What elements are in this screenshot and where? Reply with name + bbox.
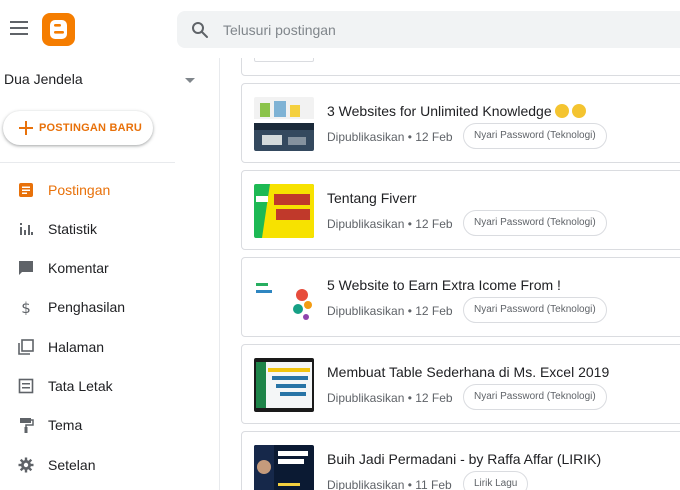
posts-icon bbox=[19, 183, 33, 197]
sidebar-item-label: Statistik bbox=[48, 221, 98, 237]
screaming-face-emoji bbox=[571, 104, 586, 118]
sidebar: Dua Jendela POSTINGAN BARU Postingan Sta… bbox=[0, 58, 220, 490]
post-status: Dipublikasikan • 12 Feb bbox=[327, 130, 453, 144]
sidebar-item-comments[interactable]: Komentar bbox=[0, 250, 218, 286]
surprised-face-emoji bbox=[554, 104, 569, 118]
new-post-button[interactable]: POSTINGAN BARU bbox=[3, 111, 153, 145]
post-card[interactable]: Membuat Table Sederhana di Ms. Excel 201… bbox=[241, 344, 680, 424]
search-icon[interactable] bbox=[191, 21, 209, 39]
post-title[interactable]: 5 Website to Earn Extra Icome From ! bbox=[327, 277, 561, 293]
paint-roller-icon bbox=[20, 418, 34, 433]
dollar-icon: $ bbox=[21, 299, 31, 315]
sidebar-item-settings[interactable]: Setelan bbox=[0, 447, 218, 483]
sidebar-item-earnings[interactable]: $ Penghasilan bbox=[0, 289, 218, 325]
post-card[interactable]: 3 Websites for Unlimited Knowledge Dipub… bbox=[241, 83, 680, 163]
plus-icon bbox=[19, 121, 33, 135]
post-title[interactable]: 3 Websites for Unlimited Knowledge bbox=[327, 103, 586, 119]
comment-icon bbox=[19, 261, 33, 275]
stats-icon bbox=[20, 223, 33, 235]
post-thumbnail bbox=[254, 58, 314, 62]
search-bar[interactable] bbox=[177, 11, 680, 48]
post-list: 3 Websites for Unlimited Knowledge Dipub… bbox=[220, 58, 680, 490]
label-chip[interactable]: Lirik Lagu bbox=[463, 471, 529, 490]
blogger-logo[interactable] bbox=[42, 13, 75, 46]
sidebar-item-label: Setelan bbox=[48, 457, 96, 473]
post-thumbnail bbox=[254, 97, 314, 151]
post-thumbnail bbox=[254, 445, 314, 490]
label-chip[interactable]: Nyari Password (Teknologi) bbox=[463, 210, 607, 236]
post-status: Dipublikasikan • 11 Feb bbox=[327, 478, 452, 490]
post-thumbnail bbox=[254, 271, 314, 325]
layout-icon bbox=[18, 378, 34, 394]
label-chip[interactable]: Nyari Password (Teknologi) bbox=[463, 384, 607, 410]
sidebar-item-layout[interactable]: Tata Letak bbox=[0, 368, 218, 404]
label-chip[interactable]: Nyari Password (Teknologi) bbox=[463, 297, 607, 323]
search-input[interactable] bbox=[223, 11, 663, 48]
blog-name: Dua Jendela bbox=[4, 71, 83, 87]
sidebar-item-label: Penghasilan bbox=[48, 299, 126, 315]
post-title-text: 3 Websites for Unlimited Knowledge bbox=[327, 103, 552, 119]
sidebar-item-theme[interactable]: Tema bbox=[0, 407, 218, 443]
post-status: Dipublikasikan • 12 Feb bbox=[327, 391, 453, 405]
post-thumbnail bbox=[254, 184, 314, 238]
sidebar-item-pages[interactable]: Halaman bbox=[0, 329, 218, 365]
dropdown-arrow-icon bbox=[185, 78, 195, 83]
post-status: Dipublikasikan • 12 Feb bbox=[327, 304, 453, 318]
post-status: Dipublikasikan • 12 Feb bbox=[327, 217, 453, 231]
post-title[interactable]: Membuat Table Sederhana di Ms. Excel 201… bbox=[327, 364, 609, 380]
post-card[interactable]: Buih Jadi Permadani - by Raffa Affar (LI… bbox=[241, 431, 680, 490]
sidebar-item-label: Halaman bbox=[48, 339, 105, 355]
sidebar-item-label: Postingan bbox=[48, 182, 111, 198]
post-title[interactable]: Buih Jadi Permadani - by Raffa Affar (LI… bbox=[327, 451, 601, 467]
post-thumbnail bbox=[254, 358, 314, 412]
post-card[interactable]: 5 Website to Earn Extra Icome From ! Dip… bbox=[241, 257, 680, 337]
menu-icon[interactable] bbox=[10, 21, 28, 35]
blog-selector[interactable]: Dua Jendela bbox=[4, 71, 199, 93]
pages-icon bbox=[18, 339, 34, 355]
post-card[interactable]: Tentang Fiverr Dipublikasikan • 12 Feb N… bbox=[241, 170, 680, 250]
sidebar-item-posts[interactable]: Postingan bbox=[0, 172, 218, 208]
sidebar-item-label: Komentar bbox=[48, 260, 109, 276]
sidebar-item-label: Tata Letak bbox=[48, 378, 113, 394]
post-card[interactable] bbox=[241, 58, 680, 76]
divider bbox=[0, 162, 175, 163]
sidebar-item-stats[interactable]: Statistik bbox=[0, 211, 218, 247]
gear-icon bbox=[18, 457, 34, 473]
label-chip[interactable]: Nyari Password (Teknologi) bbox=[463, 123, 607, 149]
new-post-label: POSTINGAN BARU bbox=[39, 122, 143, 134]
sidebar-item-label: Tema bbox=[48, 417, 83, 433]
top-bar bbox=[0, 0, 680, 58]
post-title[interactable]: Tentang Fiverr bbox=[327, 190, 416, 206]
svg-text:$: $ bbox=[21, 299, 31, 315]
